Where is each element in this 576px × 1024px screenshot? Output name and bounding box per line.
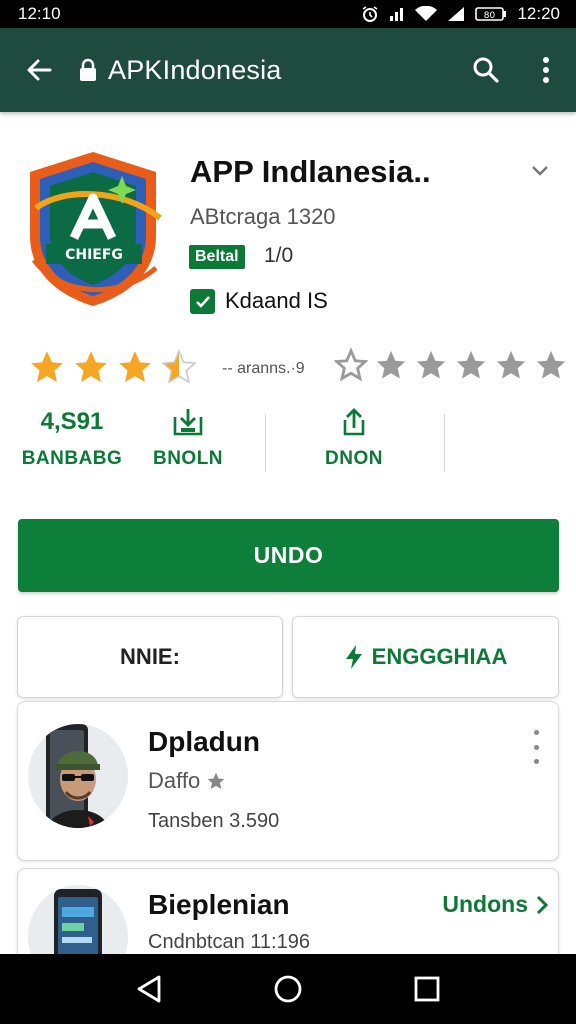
back-button[interactable] <box>0 28 78 112</box>
nav-recents-button[interactable] <box>397 959 457 1019</box>
status-time-right: 12:20 <box>517 4 560 23</box>
primary-action-button[interactable]: UNDO <box>18 519 559 592</box>
arrow-left-icon <box>27 59 52 81</box>
card-title: Dpladun <box>148 726 260 757</box>
star-icon <box>75 351 107 383</box>
status-bar: 12:10 80 12:20 <box>0 0 576 28</box>
list-card[interactable]: Dpladun Daffo Tansben 3.590 <box>17 701 559 861</box>
stat-downloads: 4,S91 BANBABG <box>14 404 130 470</box>
alarm-icon <box>361 5 379 23</box>
star-icon <box>376 350 406 379</box>
battery-level: 80 <box>484 11 496 21</box>
share-icon <box>308 404 400 440</box>
navigation-bar <box>0 954 576 1024</box>
rating-row: -- aranns.·9 <box>0 348 576 396</box>
more-vert-icon <box>543 57 549 83</box>
nav-home-button[interactable] <box>258 959 318 1019</box>
app-header: CHIEFG APP Indlanesia.. ABtcraga 1320 Be… <box>0 112 576 342</box>
stats-row: 4,S91 BANBABG BNOLN DNON <box>0 404 576 476</box>
secondary-button-right[interactable]: ENGGGHIAA <box>292 616 559 698</box>
nav-back-icon <box>137 975 161 1003</box>
nav-recents-icon <box>414 976 440 1002</box>
card-title: Bieplenian <box>148 889 290 920</box>
search-button[interactable] <box>456 28 516 112</box>
developer-name[interactable]: ABtcraga 1320 <box>190 204 336 230</box>
nav-back-button[interactable] <box>119 959 179 1019</box>
stat-label: BANBABG <box>21 448 123 469</box>
card-subtitle: Daffo <box>148 768 201 793</box>
divider <box>444 414 445 472</box>
search-icon <box>473 57 499 83</box>
list-card[interactable]: Bieplenian Cndnbtcan 11:196 Undons <box>17 868 559 968</box>
chevron-right-icon <box>536 895 548 914</box>
rate-stars[interactable] <box>334 348 568 382</box>
star-icon <box>416 350 446 379</box>
stat-share[interactable]: DNON <box>308 404 400 470</box>
stat-value: 4,S91 <box>40 408 104 435</box>
person-avatar <box>28 724 128 828</box>
star-icon <box>536 350 566 379</box>
app-bar-title: APKIndonesia <box>108 54 282 85</box>
rating-count: -- aranns.·9 <box>222 360 305 377</box>
rating-stars <box>28 348 198 386</box>
star-icon <box>119 351 151 383</box>
card-link-label: Undons <box>442 891 528 917</box>
cell-signal-icon <box>447 6 465 22</box>
lock-icon <box>78 58 98 82</box>
stat-label: DNON <box>325 448 383 469</box>
secondary-button-label: ENGGGHIAA <box>371 644 508 669</box>
star-icon <box>334 348 368 382</box>
check-icon <box>190 288 215 314</box>
overflow-menu-button[interactable] <box>516 28 576 112</box>
bolt-icon <box>345 645 362 669</box>
verified-label: Kdaand IS <box>225 288 328 313</box>
card-subtitle-row: Daffo <box>148 768 226 794</box>
secondary-button-label: NNIE: <box>120 644 180 669</box>
app-name: APP Indlanesia.. <box>190 154 431 189</box>
nav-home-icon <box>274 975 302 1003</box>
secondary-button-left[interactable]: NNIE: <box>17 616 283 698</box>
signal-icon <box>389 6 405 22</box>
star-icon <box>496 350 526 379</box>
age-rating: 1/0 <box>264 244 294 267</box>
verified-row: Kdaand IS <box>190 288 328 314</box>
card-link[interactable]: Undons <box>442 891 548 918</box>
more-vert-icon[interactable] <box>526 730 546 764</box>
stat-install[interactable]: BNOLN <box>140 404 236 470</box>
app-bar: APKIndonesia <box>0 28 576 112</box>
divider <box>265 414 266 472</box>
wifi-icon <box>415 6 438 22</box>
stat-label: BNOLN <box>152 448 224 469</box>
card-meta: Cndnbtcan 11:196 <box>148 931 310 953</box>
card-meta: Tansben 3.590 <box>148 810 280 832</box>
chevron-down-icon[interactable] <box>530 164 550 183</box>
star-icon <box>161 349 197 384</box>
star-icon <box>456 350 486 379</box>
star-icon <box>31 351 63 383</box>
status-icons: 80 12:20 <box>361 4 560 24</box>
beta-badge: Beltal <box>189 245 245 269</box>
battery-icon: 80 <box>475 6 507 22</box>
app-logo: CHIEFG <box>30 152 162 306</box>
logo-text: CHIEFG <box>65 247 123 263</box>
status-time-left: 12:10 <box>18 4 61 23</box>
download-icon <box>140 404 236 440</box>
star-icon <box>207 772 225 789</box>
